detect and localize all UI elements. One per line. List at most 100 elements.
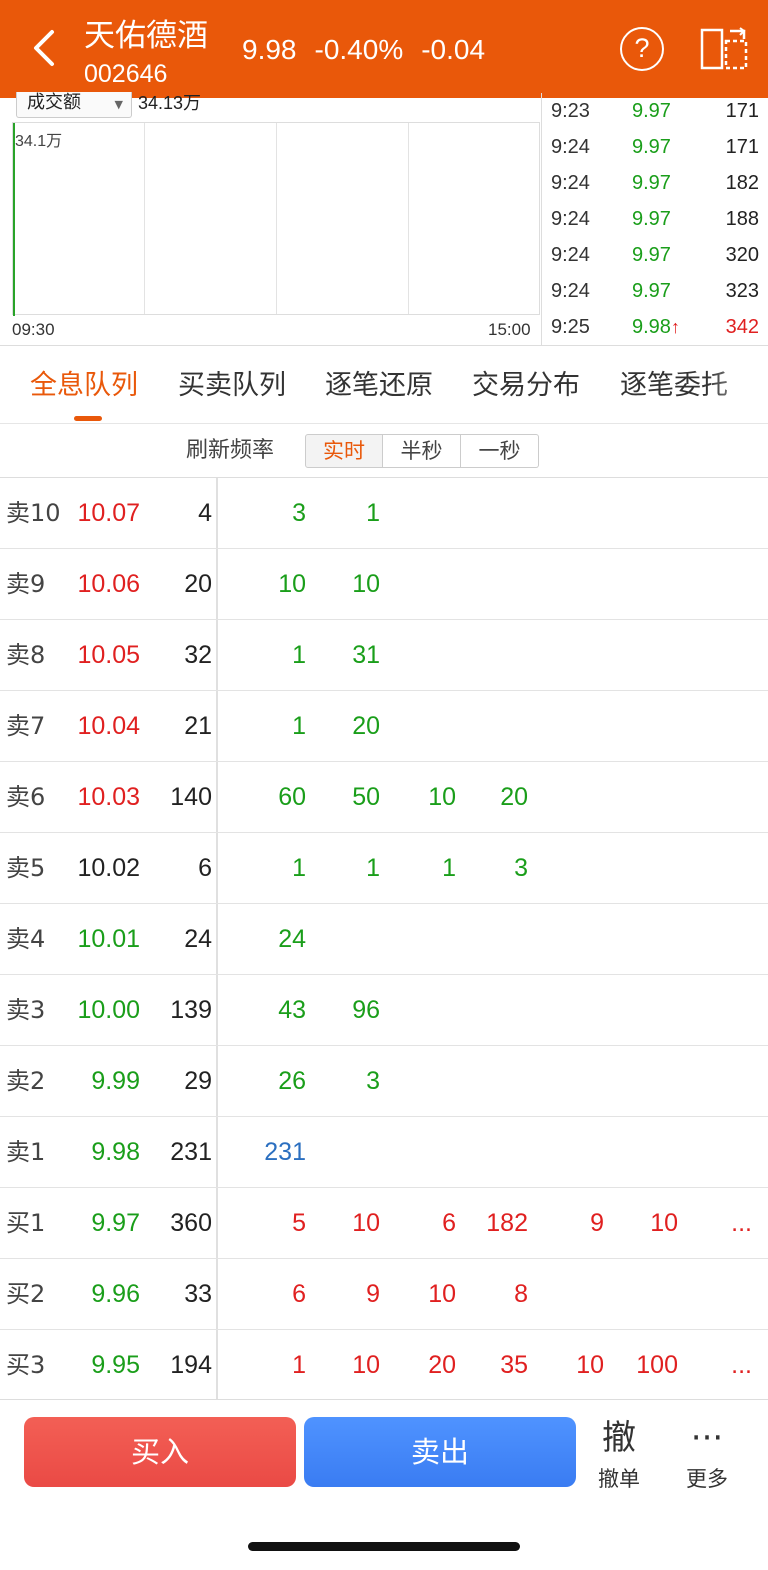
order-book-row[interactable]: 卖8 10.05 32 1 31 [0, 620, 768, 691]
tick-time: 9:24 [551, 244, 590, 266]
queue-order-qty: 43 [278, 996, 306, 1024]
tab-trade-distribution[interactable]: 交易分布 [472, 368, 580, 404]
queue-more-indicator: ... [731, 1351, 752, 1379]
tick-price: 9.97 [632, 100, 671, 122]
level-total-volume: 32 [184, 641, 212, 669]
more-dots-icon: ··· [690, 1418, 724, 1458]
queue-order-qty: 10 [352, 1209, 380, 1237]
queue-order-qty: 9 [590, 1209, 604, 1237]
tick-volume: 188 [725, 208, 759, 230]
current-price: 9.98 [242, 34, 297, 65]
more-button[interactable]: ··· 更多 [677, 1416, 737, 1494]
queue-order-qty: 1 [366, 854, 380, 882]
order-book-row[interactable]: 卖4 10.01 24 24 [0, 904, 768, 975]
order-book-row[interactable]: 卖7 10.04 21 1 20 [0, 691, 768, 762]
tab-buy-sell-queue[interactable]: 买卖队列 [178, 368, 286, 404]
sell-button[interactable]: 卖出 [304, 1417, 576, 1487]
tab-tick-restore[interactable]: 逐笔还原 [325, 368, 433, 404]
tick-row: 9:24 9.97 188 [542, 201, 768, 237]
metric-dropdown[interactable]: 成交额 ▼ [16, 92, 132, 118]
tick-volume: 171 [725, 136, 759, 158]
level-total-volume: 29 [184, 1067, 212, 1095]
tab-full-queue[interactable]: 全息队列 [30, 368, 138, 404]
queue-order-qty: 26 [278, 1067, 306, 1095]
cancel-order-label: 撤单 [598, 1467, 640, 1491]
queue-order-qty: 10 [278, 570, 306, 598]
order-book-row[interactable]: 卖9 10.06 20 10 10 [0, 549, 768, 620]
grid-line [144, 123, 145, 314]
tick-price: 9.97 [632, 208, 671, 230]
level-label: 卖8 [6, 641, 46, 669]
order-book-row[interactable]: 卖10 10.07 4 3 1 [0, 478, 768, 549]
tick-row: 9:24 9.97 323 [542, 273, 768, 309]
queue-order-qty: 231 [264, 1138, 306, 1166]
level-total-volume: 231 [170, 1138, 212, 1166]
metric-dropdown-label: 成交额 [27, 92, 81, 113]
tick-time: 9:24 [551, 136, 590, 158]
volume-chart[interactable]: 成交额 ▼ 34.13万 34.1万 09:30 15:00 [0, 92, 542, 345]
order-book-row[interactable]: 卖6 10.03 140 60 50 10 20 [0, 762, 768, 833]
level-label: 买2 [6, 1280, 46, 1308]
order-book-row[interactable]: 买2 9.96 33 6 9 10 8 [0, 1259, 768, 1330]
grid-line [408, 123, 409, 314]
chart-plot: 34.1万 [12, 122, 540, 316]
queue-order-qty: 3 [366, 1067, 380, 1095]
dropdown-triangle-icon: ▼ [114, 98, 123, 111]
buy-button[interactable]: 买入 [24, 1417, 296, 1487]
level-price: 10.03 [77, 783, 140, 811]
tick-row: 9:23 9.97 171 [542, 93, 768, 129]
help-icon[interactable]: ? [620, 27, 664, 71]
cancel-order-button[interactable]: 撤 撤单 [589, 1416, 649, 1494]
tab-scroll-fade [708, 346, 768, 423]
back-arrow-icon[interactable] [26, 26, 66, 70]
refresh-realtime-option[interactable]: 实时 [305, 434, 383, 468]
order-book-row[interactable]: 卖3 10.00 139 43 96 [0, 975, 768, 1046]
switch-layout-icon[interactable] [700, 27, 750, 71]
level-label: 卖6 [6, 783, 46, 811]
level-price: 9.97 [91, 1209, 140, 1237]
level-price: 9.99 [91, 1067, 140, 1095]
queue-order-qty: 20 [500, 783, 528, 811]
tab-bar: 全息队列 买卖队列 逐笔还原 交易分布 逐笔委托 [0, 346, 768, 424]
tick-row: 9:25 9.98↑ 342 [542, 309, 768, 345]
refresh-one-second-option[interactable]: 一秒 [461, 434, 539, 468]
refresh-rate-bar: 刷新频率 实时 半秒 一秒 [0, 424, 768, 478]
order-book-row[interactable]: 买3 9.95 194 1 10 20 35 10 100... [0, 1330, 768, 1401]
queue-order-qty: 8 [514, 1280, 528, 1308]
tick-volume: 320 [725, 244, 759, 266]
metric-value: 34.13万 [138, 93, 202, 113]
queue-order-qty: 60 [278, 783, 306, 811]
change-percent: -0.40% [314, 34, 404, 65]
order-book-row[interactable]: 卖5 10.02 6 1 1 1 3 [0, 833, 768, 904]
queue-order-qty: 3 [292, 499, 306, 527]
cancel-order-icon: 撤 [602, 1418, 636, 1458]
tick-row: 9:24 9.97 182 [542, 165, 768, 201]
level-total-volume: 194 [170, 1351, 212, 1379]
queue-order-qty: 31 [352, 641, 380, 669]
queue-order-qty: 10 [428, 1280, 456, 1308]
tick-row: 9:24 9.97 171 [542, 129, 768, 165]
level-label: 卖3 [6, 996, 46, 1024]
queue-order-qty: 10 [428, 783, 456, 811]
quote-summary: 9.98 -0.40% -0.04 [242, 30, 503, 70]
grid-line [276, 123, 277, 314]
queue-order-qty: 9 [366, 1280, 380, 1308]
tick-volume: 323 [725, 280, 759, 302]
order-book-row[interactable]: 卖1 9.98 231 231 [0, 1117, 768, 1188]
x-start-label: 09:30 [12, 320, 55, 339]
order-book-row[interactable]: 买1 9.97 360 5 10 6 182 9 10... [0, 1188, 768, 1259]
refresh-half-second-option[interactable]: 半秒 [383, 434, 461, 468]
queue-order-qty: 1 [292, 641, 306, 669]
level-price: 9.96 [91, 1280, 140, 1308]
x-end-label: 15:00 [488, 320, 531, 339]
queue-order-qty: 10 [650, 1209, 678, 1237]
tick-volume: 342 [725, 316, 759, 338]
level-price: 9.98 [91, 1138, 140, 1166]
tick-volume: 182 [725, 172, 759, 194]
tick-list[interactable]: 9:23 9.97 171 9:24 9.97 171 9:24 9.97 18… [541, 93, 768, 345]
queue-order-qty: 24 [278, 925, 306, 953]
tick-time: 9:23 [551, 100, 590, 122]
queue-order-qty: 1 [442, 854, 456, 882]
queue-order-qty: 10 [352, 1351, 380, 1379]
order-book-row[interactable]: 卖2 9.99 29 26 3 [0, 1046, 768, 1117]
